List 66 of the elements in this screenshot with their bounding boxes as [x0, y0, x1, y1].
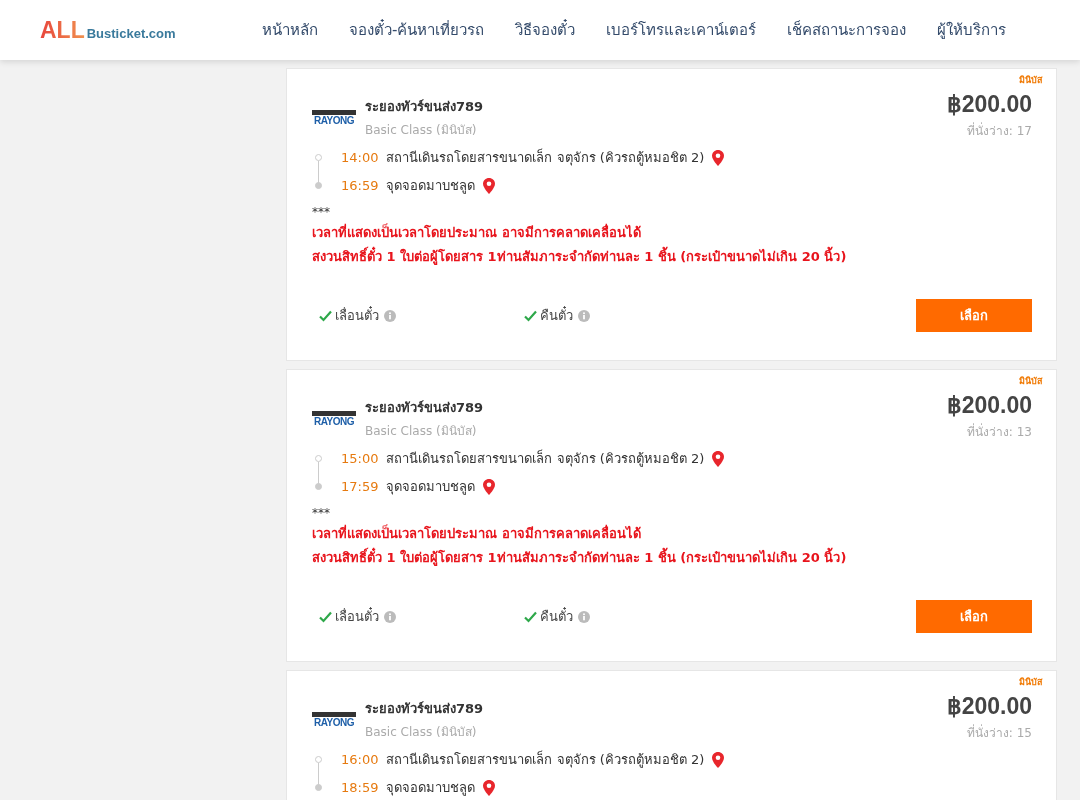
- timeline-dot: [315, 182, 322, 189]
- nav-link[interactable]: วิธีจองตั๋ว: [515, 18, 576, 42]
- map-pin-icon: [712, 450, 725, 467]
- operator-name: ระยองทัวร์ขนส่ง789: [365, 700, 484, 718]
- timeline-line: [318, 161, 319, 183]
- map-pin-icon: [712, 149, 725, 166]
- info-icon[interactable]: [384, 309, 396, 322]
- stop-place: สถานีเดินรถโดยสารขนาดเล็ก จตุจักร (คิวรถตู้หมอชิต 2): [386, 448, 705, 469]
- timeline-dot: [315, 483, 322, 490]
- seats-available: ที่นั่งว่าง: 13: [966, 422, 1032, 441]
- price: ฿200.00: [946, 693, 1032, 720]
- timeline-line: [318, 462, 319, 484]
- info-icon[interactable]: [578, 610, 590, 623]
- info-icon[interactable]: [384, 610, 396, 623]
- nav-link[interactable]: ผู้ให้บริการ: [937, 18, 1007, 42]
- operator-logo: RAYONG: [312, 711, 356, 728]
- map-pin-icon: [483, 779, 496, 796]
- stop-place: สถานีเดินรถโดยสารขนาดเล็ก จตุจักร (คิวรถตู้หมอชิต 2): [386, 749, 705, 770]
- seats-available: ที่นั่งว่าง: 17: [966, 121, 1032, 140]
- info-icon[interactable]: [578, 309, 590, 322]
- bus-type-label: มินิบัส: [1019, 375, 1042, 388]
- stop-place: จุดจอดมาบชลูด: [386, 177, 476, 196]
- feature-label: คืนตั๋ว: [540, 305, 573, 325]
- stop-time: 15:00: [341, 451, 379, 466]
- timeline-dot: [315, 455, 322, 462]
- stop-time: 16:59: [341, 178, 379, 193]
- seats-available: ที่นั่งว่าง: 15: [966, 723, 1032, 742]
- notice-text: สงวนสิทธิ์ตั๋ว 1 ใบต่อผู้โดยสาร 1ท่านสัมภาระจำกัดท่านละ 1 ชิ้น (กระเป๋าขนาดไม่เกิน 20 นิ้ว): [312, 246, 1032, 267]
- stop-place: จุดจอดมาบชลูด: [386, 478, 476, 497]
- operator-name: ระยองทัวร์ขนส่ง789: [365, 399, 484, 417]
- timeline-dot: [315, 756, 322, 763]
- operator-name: ระยองทัวร์ขนส่ง789: [365, 98, 484, 116]
- site-logo-text[interactable]: Busticket.com: [86, 25, 176, 41]
- nav-link[interactable]: หน้าหลัก: [262, 18, 318, 42]
- notice-text: เวลาที่แสดงเป็นเวลาโดยประมาณ อาจมีการคลาดเคลื่อนได้: [312, 222, 642, 242]
- nav-link[interactable]: เบอร์โทรและเคาน์เตอร์: [606, 18, 757, 42]
- stop-place: จุดจอดมาบชลูด: [386, 779, 476, 798]
- nav-link[interactable]: เช็คสถานะการจอง: [787, 18, 907, 42]
- stop-time: 17:59: [341, 479, 379, 494]
- operator-logo: RAYONG: [312, 109, 356, 126]
- price: ฿200.00: [946, 392, 1032, 419]
- timeline-dot: [315, 784, 322, 791]
- nav-link[interactable]: จองตั๋ว-ค้นหาเที่ยวรถ: [349, 18, 485, 42]
- stop-time: 18:59: [341, 780, 379, 795]
- note-mark: ***: [312, 205, 331, 219]
- bus-type-label: มินิบัส: [1019, 676, 1042, 689]
- stop-time: 14:00: [341, 150, 379, 165]
- feature-label: เลื่อนตั๋ว: [335, 606, 379, 626]
- map-pin-icon: [483, 478, 496, 495]
- bus-class: Basic Class (มินิบัส): [365, 423, 478, 440]
- timeline-line: [318, 763, 319, 785]
- notice-text: เวลาที่แสดงเป็นเวลาโดยประมาณ อาจมีการคลาดเคลื่อนได้: [312, 523, 642, 543]
- price: ฿200.00: [946, 91, 1032, 118]
- feature-label: เลื่อนตั๋ว: [335, 305, 379, 325]
- map-pin-icon: [483, 177, 496, 194]
- feature-label: คืนตั๋ว: [540, 606, 573, 626]
- bus-type-label: มินิบัส: [1019, 74, 1042, 87]
- bus-class: Basic Class (มินิบัส): [365, 122, 478, 139]
- stop-place: สถานีเดินรถโดยสารขนาดเล็ก จตุจักร (คิวรถตู้หมอชิต 2): [386, 147, 705, 168]
- stop-time: 16:00: [341, 752, 379, 767]
- timeline-dot: [315, 154, 322, 161]
- operator-logo: RAYONG: [312, 410, 356, 427]
- notice-text: สงวนสิทธิ์ตั๋ว 1 ใบต่อผู้โดยสาร 1ท่านสัมภาระจำกัดท่านละ 1 ชิ้น (กระเป๋าขนาดไม่เกิน 20 นิ้ว): [312, 547, 1032, 568]
- note-mark: ***: [312, 506, 331, 520]
- map-pin-icon: [712, 751, 725, 768]
- bus-class: Basic Class (มินิบัส): [365, 724, 478, 741]
